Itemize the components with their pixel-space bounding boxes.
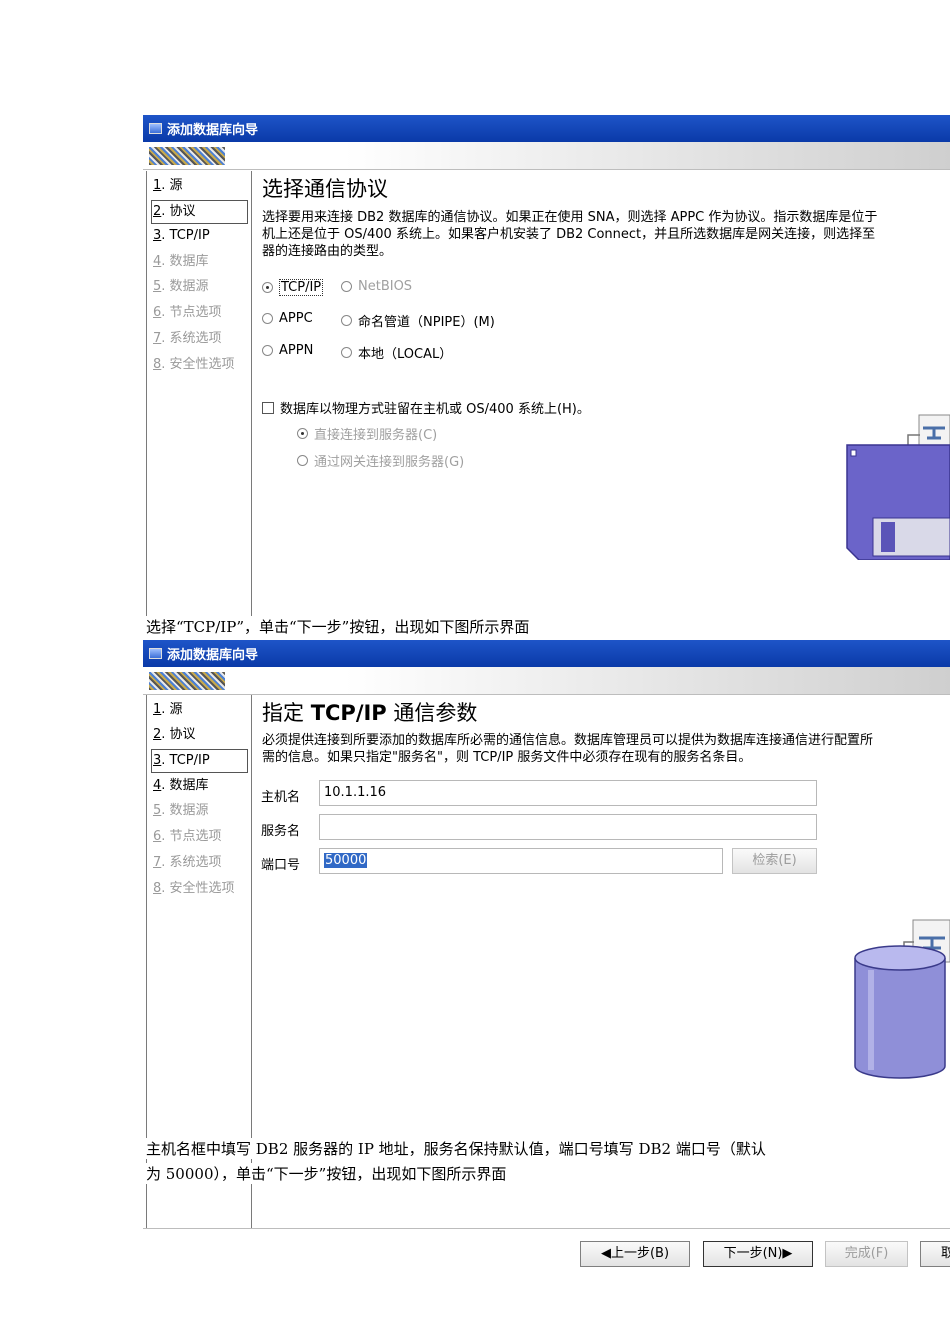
sidebar-item-node-options: 6. 节点选项 [153, 829, 222, 844]
floppy-disk-icon [846, 414, 950, 560]
radio-netbios: NetBIOS [341, 279, 412, 294]
wizard-banner [143, 667, 950, 695]
page-description-line1: 必须提供连接到所要添加的数据库所必需的通信信息。数据库管理员可以提供为数据库连接… [262, 733, 874, 748]
database-cylinder-icon [854, 919, 950, 1079]
page-description-line2: 需的信息。如果只指定"服务名"，则 TCP/IP 服务文件中必须存在现有的服务名… [262, 750, 752, 765]
radio-appn[interactable]: APPN [262, 343, 313, 358]
sidebar-item-database[interactable]: 4. 数据库 [153, 775, 247, 797]
radio-gateway-connect: 通过网关连接到服务器(G) [297, 451, 464, 470]
radio-direct-connect: 直接连接到服务器(C) [297, 424, 437, 443]
sidebar-item-protocol[interactable]: 2. 协议 [153, 724, 247, 746]
radio-selected-icon [262, 282, 273, 293]
sidebar-item-node-options: 6. 节点选项 [153, 305, 222, 320]
radio-local[interactable]: 本地（LOCAL） [341, 343, 452, 362]
service-name-input[interactable] [319, 814, 817, 840]
page-title: 选择通信协议 [262, 177, 388, 201]
sidebar-item-tcpip[interactable]: 3. TCP/IP [153, 225, 247, 247]
app-icon [149, 648, 162, 659]
radio-icon [341, 315, 352, 326]
sidebar-item-security-options: 8. 安全性选项 [153, 357, 235, 372]
cancel-button[interactable]: 取 [920, 1241, 950, 1267]
caption-step2-line2: 为 50000），单击“下一步”按钮，出现如下图所示界面 [146, 1163, 507, 1184]
checkbox-icon [262, 401, 274, 414]
host-system-checkbox[interactable]: 数据库以物理方式驻留在主机或 OS/400 系统上(H)。 [262, 398, 590, 417]
sidebar-item-source[interactable]: 1. 源 [153, 699, 247, 721]
ibm-logo-icon [149, 672, 225, 690]
sidebar-item-system-options: 7. 系统选项 [153, 855, 222, 870]
page-description-line3: 器的连接路由的类型。 [262, 244, 393, 259]
sidebar-item-protocol[interactable]: 2. 协议 [151, 200, 248, 224]
radio-appc[interactable]: APPC [262, 311, 313, 326]
search-button: 检索(E) [732, 848, 817, 874]
host-name-input[interactable]: 10.1.1.16 [319, 780, 817, 806]
radio-icon [297, 455, 308, 466]
service-name-label: 服务名 [261, 824, 301, 839]
caption-step1: 选择“TCP/IP”，单击“下一步”按钮，出现如下图所示界面 [146, 616, 530, 637]
wizard-banner [143, 142, 950, 170]
sidebar-item-database: 4. 数据库 [153, 254, 209, 269]
radio-icon [341, 281, 352, 292]
sidebar-item-datasource: 5. 数据源 [153, 279, 209, 294]
caption-step2-line1: 主机名框中填写 DB2 服务器的 IP 地址，服务名保持默认值，端口号填写 DB… [146, 1138, 766, 1159]
radio-icon [262, 345, 273, 356]
window-title: 添加数据库向导 [167, 648, 259, 663]
back-button[interactable]: ◀上一步(B) [580, 1241, 690, 1267]
port-number-label: 端口号 [261, 858, 301, 873]
radio-tcpip[interactable]: TCP/IP [262, 279, 324, 296]
wizard-footer: ◀上一步(B) 下一步(N)▶ 完成(F) 取 [143, 1228, 950, 1275]
sidebar-item-security-options: 8. 安全性选项 [153, 881, 235, 896]
host-name-label: 主机名 [261, 790, 301, 805]
title-bar[interactable]: 添加数据库向导 [143, 115, 950, 142]
next-button[interactable]: 下一步(N)▶ [703, 1241, 813, 1267]
radio-selected-icon [297, 428, 308, 439]
sidebar-item-datasource: 5. 数据源 [153, 803, 209, 818]
ibm-logo-icon [149, 147, 225, 165]
page-description-line2: 机上还是位于 OS/400 系统上。如果客户机安装了 DB2 Connect，并… [262, 227, 876, 242]
sidebar-item-system-options: 7. 系统选项 [153, 331, 222, 346]
title-bar[interactable]: 添加数据库向导 [143, 640, 950, 667]
port-number-input[interactable]: 50000 [319, 848, 723, 874]
window-title: 添加数据库向导 [167, 123, 259, 138]
radio-named-pipe[interactable]: 命名管道（NPIPE）(M) [341, 311, 495, 330]
wizard-window-protocol: 添加数据库向导 1. 源 2. 协议 3. TCP/IP 4. 数据库 5. 数… [143, 115, 950, 635]
step-sidebar: 1. 源 2. 协议 3. TCP/IP 4. 数据库 5. 数据源 6. 节点… [146, 171, 252, 635]
sidebar-item-tcpip[interactable]: 3. TCP/IP [151, 749, 248, 773]
page-title: 指定 TCP/IP 通信参数 [262, 701, 478, 725]
page-description-line1: 选择要用来连接 DB2 数据库的通信协议。如果正在使用 SNA，则选择 APPC… [262, 210, 878, 225]
radio-icon [262, 313, 273, 324]
finish-button: 完成(F) [825, 1241, 908, 1267]
sidebar-item-source[interactable]: 1. 源 [153, 175, 247, 197]
radio-icon [341, 347, 352, 358]
app-icon [149, 123, 162, 134]
